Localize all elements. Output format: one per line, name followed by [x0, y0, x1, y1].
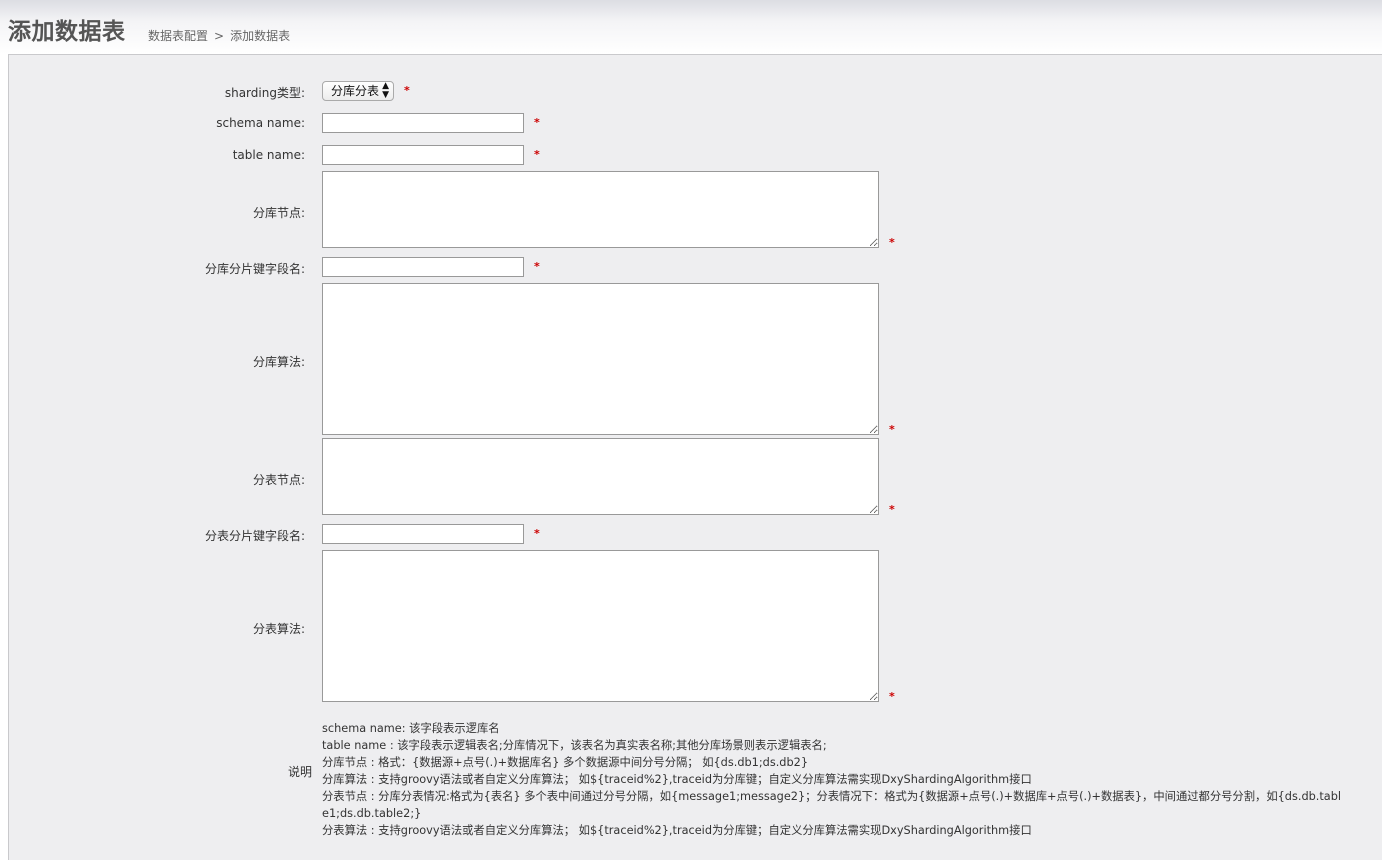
table-nodes-label: 分表节点: [252, 473, 305, 487]
db-nodes-label: 分库节点: [252, 206, 305, 220]
schema-name-label: schema name: [216, 116, 305, 130]
schema-name-input[interactable] [322, 113, 524, 133]
select-arrows-icon: ▲ ▼ [382, 81, 389, 100]
sharding-type-value: 分库分表 [331, 84, 380, 98]
required-mark: * [404, 84, 410, 97]
required-mark: * [534, 527, 540, 540]
breadcrumb-item-table-config[interactable]: 数据表配置 [148, 29, 208, 43]
required-mark: * [889, 503, 895, 516]
note-line: 分表节点 : 分库分表情况:格式为{表名} 多个表中间通过分号分隔，如{mess… [322, 790, 1342, 820]
required-mark: * [889, 423, 895, 436]
note-line: 分库节点 : 格式：{数据源+点号(.)+数据库名} 多个数据源中间分号分隔； … [322, 756, 809, 769]
db-shard-key-input[interactable] [322, 257, 524, 277]
breadcrumb-separator: > [214, 29, 225, 43]
note-line: 分表算法 : 支持groovy语法或者自定义分库算法； 如${traceid%2… [322, 824, 1032, 837]
table-algorithm-label: 分表算法: [252, 622, 305, 636]
required-mark: * [534, 148, 540, 161]
note-line: 分库算法 : 支持groovy语法或者自定义分库算法； 如${traceid%2… [322, 773, 1032, 786]
db-algorithm-label: 分库算法: [252, 355, 305, 369]
table-name-input[interactable] [322, 145, 524, 165]
page-title: 添加数据表 [8, 19, 126, 45]
db-algorithm-textarea[interactable] [322, 283, 879, 435]
sharding-type-label: sharding类型: [224, 86, 305, 100]
note-line: table name : 该字段表示逻辑表名;分库情况下，该表名为真实表名称;其… [322, 739, 827, 752]
note-line: schema name: 该字段表示逻库名 [322, 722, 500, 735]
required-mark: * [889, 236, 895, 249]
table-algorithm-textarea[interactable] [322, 550, 879, 702]
notes-text: schema name: 该字段表示逻库名 table name : 该字段表示… [322, 720, 1347, 839]
required-mark: * [534, 260, 540, 273]
breadcrumb: 数据表配置 > 添加数据表 [148, 27, 290, 44]
table-shard-key-label: 分表分片键字段名: [204, 529, 305, 543]
required-mark: * [534, 116, 540, 129]
table-name-label: table name: [232, 148, 305, 162]
table-nodes-textarea[interactable] [322, 438, 879, 515]
page-header: 添加数据表 数据表配置 > 添加数据表 [0, 0, 1382, 54]
db-nodes-textarea[interactable] [322, 171, 879, 248]
breadcrumb-item-current: 添加数据表 [230, 29, 291, 43]
sharding-type-select[interactable]: 分库分表 ▲ ▼ [322, 81, 394, 101]
db-shard-key-label: 分库分片键字段名: [204, 262, 305, 276]
table-shard-key-input[interactable] [322, 524, 524, 544]
required-mark: * [889, 690, 895, 703]
notes-label: 说明 [288, 765, 313, 779]
